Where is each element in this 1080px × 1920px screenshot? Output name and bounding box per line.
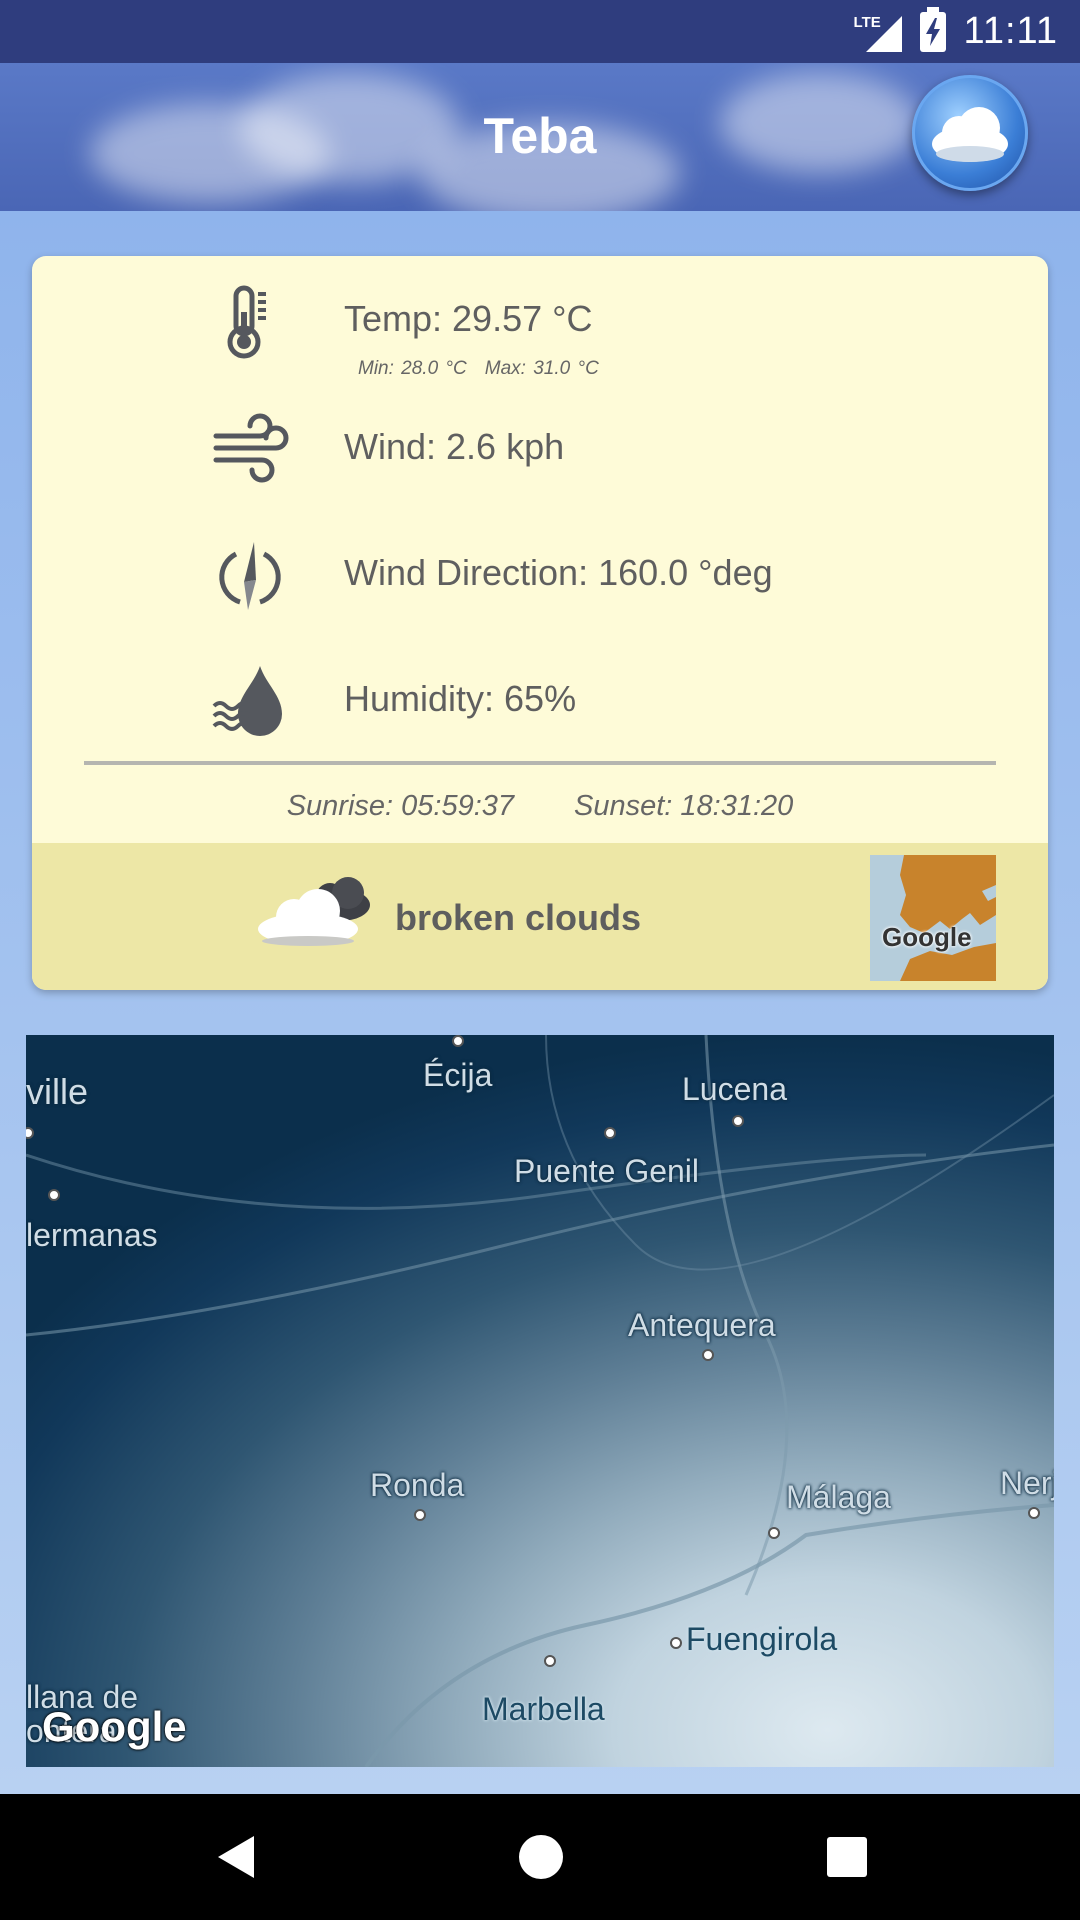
- weather-map[interactable]: ville Écija Lucena Puente Genil lermanas…: [26, 1035, 1054, 1767]
- map-city-label: Málaga: [786, 1479, 891, 1515]
- wind-text: Wind: 2.6 kph: [344, 426, 565, 467]
- recents-icon[interactable]: [822, 1832, 872, 1882]
- location-minimap[interactable]: Google: [870, 855, 996, 981]
- map-city-label: Écija: [423, 1057, 493, 1093]
- map-city-label: Nerj: [1000, 1465, 1054, 1501]
- map-google-logo: Google: [42, 1703, 187, 1750]
- map-city-dot: [702, 1349, 714, 1361]
- temp-min: Min: 28.0 °C: [358, 358, 467, 379]
- sunset-text: Sunset: 18:31:20: [574, 790, 794, 822]
- map-city-dot: [1028, 1507, 1040, 1519]
- map-city-label: Puente Genil: [514, 1153, 700, 1189]
- network-label: LTE: [853, 13, 881, 31]
- temp-text: Temp: 29.57 °C: [344, 298, 593, 339]
- status-time: 11:11: [963, 10, 1058, 52]
- temp-range: Min: 28.0 °C Max: 31.0 °C: [358, 358, 599, 380]
- minimap-google-logo: Google: [882, 922, 972, 952]
- wind-icon: [213, 413, 289, 483]
- content-area: Temp: 29.57 °C Min: 28.0 °C Max: 31.0 °C …: [0, 211, 1080, 1794]
- sunrise-text: Sunrise: 05:59:37: [286, 790, 515, 822]
- map-city-dot: [452, 1035, 464, 1047]
- wind-direction-text: Wind Direction: 160.0 °deg: [344, 552, 773, 593]
- temp-row: Temp: 29.57 °C: [32, 268, 1048, 368]
- map-city-label: ville: [26, 1071, 89, 1112]
- map-city-dot: [48, 1189, 60, 1201]
- navigation-bar: [0, 1794, 1080, 1920]
- map-layer: [26, 1035, 1054, 1767]
- map-city-dot: [604, 1127, 616, 1139]
- signal-icon: LTE: [854, 12, 902, 52]
- status-icons: LTE 11:11: [854, 0, 1058, 63]
- map-city-label: Antequera: [628, 1307, 776, 1343]
- map-city-dot: [414, 1509, 426, 1521]
- map-city-label: Lucena: [682, 1071, 787, 1107]
- map-city-dot: [768, 1527, 780, 1539]
- divider: [84, 761, 996, 765]
- humidity-drop-icon: [212, 666, 282, 736]
- status-bar: LTE 11:11: [0, 0, 1080, 63]
- cloud-icon: [932, 107, 1008, 162]
- compass-icon: [219, 542, 281, 610]
- battery-icon: [919, 6, 946, 52]
- map-city-label: Fuengirola: [686, 1621, 838, 1657]
- sun-times: Sunrise: 05:59:37 Sunset: 18:31:20: [32, 790, 1048, 823]
- broken-clouds-icon: [258, 877, 370, 946]
- app-bar: Teba: [0, 63, 1080, 211]
- wind-row: Wind: 2.6 kph: [32, 396, 1048, 496]
- map-city-label: Ronda: [370, 1467, 465, 1503]
- back-icon[interactable]: [210, 1832, 260, 1882]
- map-city-label: lermanas: [26, 1217, 158, 1253]
- humidity-text: Humidity: 65%: [344, 678, 577, 719]
- map-city-dot: [670, 1637, 682, 1649]
- minimap-land: [900, 855, 996, 981]
- map-city-dot: [732, 1115, 744, 1127]
- map-city-label: Marbella: [482, 1691, 605, 1727]
- weather-card: Temp: 29.57 °C Min: 28.0 °C Max: 31.0 °C …: [32, 256, 1048, 990]
- thermometer-icon: [227, 285, 266, 359]
- weather-summary: broken clouds Google: [32, 843, 1048, 990]
- humidity-row: Humidity: 65%: [32, 648, 1048, 748]
- refresh-weather-button[interactable]: [912, 75, 1028, 191]
- map-city-dot: [544, 1655, 556, 1667]
- weather-description: broken clouds: [395, 897, 642, 938]
- home-icon[interactable]: [516, 1832, 566, 1882]
- temp-max: Max: 31.0 °C: [484, 358, 599, 379]
- wind-direction-row: Wind Direction: 160.0 °deg: [32, 522, 1048, 622]
